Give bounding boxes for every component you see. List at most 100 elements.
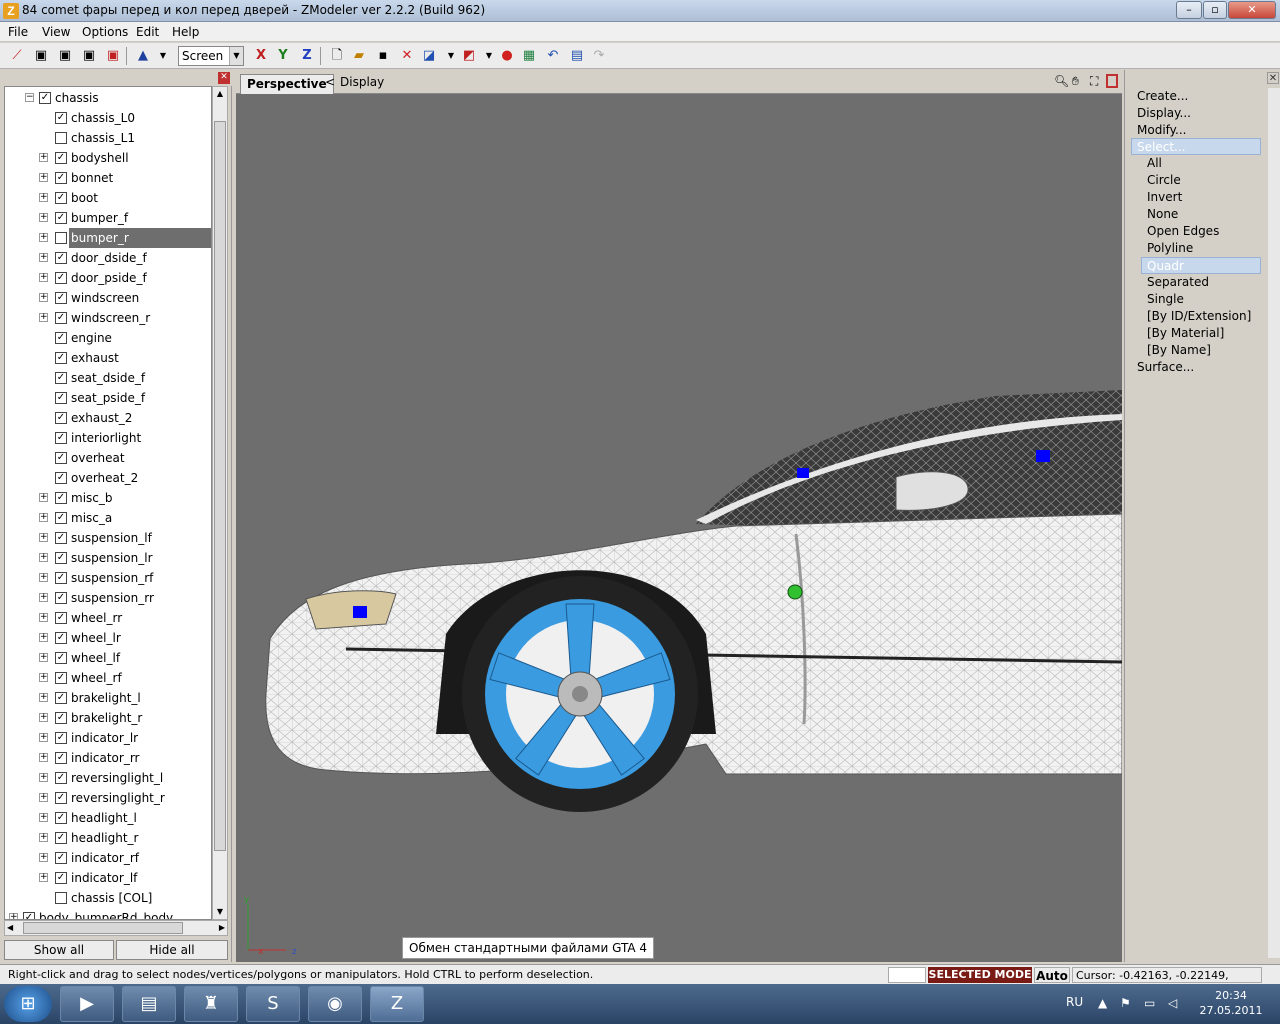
expand-icon[interactable]: + — [39, 173, 48, 182]
expand-icon[interactable]: + — [39, 873, 48, 882]
menu-help[interactable]: Help — [172, 25, 199, 39]
visibility-checkbox[interactable]: ✓ — [55, 152, 67, 164]
coordinate-mode-select[interactable]: Screen ▼ — [178, 46, 244, 66]
show-hidden-icons-icon[interactable]: ▲ — [1098, 996, 1107, 1010]
x-axis-toggle[interactable]: X — [252, 47, 270, 65]
volume-icon[interactable]: ◁ — [1168, 996, 1177, 1010]
visibility-checkbox[interactable]: ✓ — [55, 192, 67, 204]
visibility-checkbox[interactable]: ✓ — [39, 92, 51, 104]
zmodeler-taskbar-icon[interactable]: Z — [370, 986, 424, 1022]
close-button[interactable]: ✕ — [1228, 1, 1276, 19]
tree-node[interactable]: + ✓ indicator_lf — [5, 868, 211, 888]
tree-node[interactable]: + ✓ brakelight_r — [5, 708, 211, 728]
system-clock[interactable]: 20:34 27.05.2011 — [1192, 988, 1270, 1018]
menu-create[interactable]: Create... — [1137, 88, 1188, 105]
properties-icon[interactable]: ▤ — [568, 47, 586, 65]
expand-icon[interactable]: + — [39, 213, 48, 222]
visibility-checkbox[interactable] — [55, 232, 67, 244]
visibility-checkbox[interactable]: ✓ — [55, 672, 67, 684]
menu-edit[interactable]: Edit — [136, 25, 159, 39]
close-icon[interactable]: ✕ — [1267, 72, 1279, 84]
select-option[interactable]: Separated — [1147, 274, 1209, 291]
minimize-button[interactable]: – — [1176, 1, 1202, 19]
maximize-view-icon[interactable]: ⛶ — [1090, 74, 1098, 89]
visibility-checkbox[interactable]: ✓ — [55, 752, 67, 764]
scene-render[interactable]: y z x — [236, 94, 1122, 962]
tree-node[interactable]: + ✓ wheel_rf — [5, 668, 211, 688]
tree-horizontal-scrollbar[interactable]: ◀ ▶ — [4, 920, 228, 936]
perspective-viewport[interactable]: Perspective < Display 🔍︎ ✋︎ ⛶ y z x Обме… — [236, 70, 1122, 962]
expand-icon[interactable]: + — [39, 193, 48, 202]
tree-node[interactable]: + ✓ suspension_lf — [5, 528, 211, 548]
menu-select[interactable]: Select... — [1131, 138, 1261, 155]
visibility-checkbox[interactable]: ✓ — [55, 212, 67, 224]
visibility-checkbox[interactable]: ✓ — [55, 512, 67, 524]
tree-node[interactable]: + ✓ windscreen — [5, 288, 211, 308]
scroll-right-icon[interactable]: ▶ — [219, 921, 225, 935]
select-option[interactable]: All — [1147, 155, 1162, 172]
tree-vertical-scrollbar[interactable]: ▲ ▼ — [212, 86, 228, 920]
nav-back-icon[interactable]: < — [325, 75, 335, 89]
show-all-button[interactable]: Show all — [4, 940, 114, 960]
menu-view[interactable]: View — [42, 25, 70, 39]
explorer-folder-icon[interactable]: ▤ — [122, 986, 176, 1022]
tree-node[interactable]: + ✓ bumper_f — [5, 208, 211, 228]
tree-node[interactable]: ✓ seat_pside_f — [5, 388, 211, 408]
visibility-checkbox[interactable]: ✓ — [55, 532, 67, 544]
tab-perspective[interactable]: Perspective — [240, 74, 334, 94]
export-dropdown-icon[interactable]: ▼ — [480, 47, 498, 65]
dropdown-arrow-icon[interactable]: ▼ — [154, 47, 172, 65]
expand-icon[interactable]: + — [39, 673, 48, 682]
pivot-manipulator[interactable] — [787, 584, 803, 600]
tree-node[interactable]: + ✓ indicator_rr — [5, 748, 211, 768]
visibility-checkbox[interactable]: ✓ — [55, 412, 67, 424]
media-player-icon[interactable]: ▶ — [60, 986, 114, 1022]
expand-icon[interactable]: + — [39, 513, 48, 522]
expand-icon[interactable]: + — [39, 493, 48, 502]
visibility-checkbox[interactable]: ✓ — [55, 452, 67, 464]
visibility-checkbox[interactable]: ✓ — [55, 332, 67, 344]
expand-icon[interactable]: + — [39, 553, 48, 562]
tree-node-root[interactable]: − ✓ chassis — [5, 88, 211, 108]
expand-icon[interactable]: + — [39, 813, 48, 822]
visibility-checkbox[interactable]: ✓ — [55, 832, 67, 844]
expand-icon[interactable]: + — [39, 733, 48, 742]
tree-node[interactable]: + ✓ door_pside_f — [5, 268, 211, 288]
expand-icon[interactable]: + — [39, 233, 48, 242]
scrollbar-thumb[interactable] — [214, 121, 226, 851]
visibility-checkbox[interactable]: ✓ — [55, 432, 67, 444]
menu-file[interactable]: File — [8, 25, 28, 39]
select-option[interactable]: Open Edges — [1147, 223, 1219, 240]
new-file-icon[interactable]: 🗋 — [328, 47, 346, 65]
visibility-checkbox[interactable]: ✓ — [55, 552, 67, 564]
select-option[interactable]: None — [1147, 206, 1178, 223]
undo-icon[interactable]: ↶ — [544, 47, 562, 65]
tree-node[interactable]: ✓ seat_dside_f — [5, 368, 211, 388]
scrollbar-thumb[interactable] — [23, 922, 183, 934]
scroll-down-icon[interactable]: ▼ — [213, 905, 227, 919]
visibility-checkbox[interactable]: ✓ — [55, 472, 67, 484]
tree-node[interactable]: ✓ exhaust — [5, 348, 211, 368]
selection-marker[interactable] — [797, 468, 809, 478]
select-nodes-icon[interactable]: ⟋ — [8, 47, 26, 65]
visibility-checkbox[interactable]: ✓ — [55, 572, 67, 584]
tree-node[interactable]: + ✓ reversinglight_r — [5, 788, 211, 808]
visibility-checkbox[interactable]: ✓ — [55, 652, 67, 664]
visibility-checkbox[interactable] — [55, 132, 67, 144]
close-view-icon[interactable] — [1106, 74, 1118, 88]
network-icon[interactable]: ⚑ — [1120, 996, 1131, 1010]
tree-node[interactable]: + ✓ reversinglight_l — [5, 768, 211, 788]
box-icon[interactable]: ▣ — [32, 47, 50, 65]
visibility-checkbox[interactable]: ✓ — [55, 492, 67, 504]
expand-icon[interactable]: + — [39, 613, 48, 622]
scroll-up-icon[interactable]: ▲ — [213, 87, 227, 101]
record-icon[interactable]: ● — [498, 47, 516, 65]
delete-icon[interactable]: ✕ — [398, 47, 416, 65]
expand-icon[interactable]: + — [39, 713, 48, 722]
pan-hand-icon[interactable]: ✋︎ — [1072, 74, 1079, 89]
visibility-checkbox[interactable]: ✓ — [55, 312, 67, 324]
visibility-checkbox[interactable]: ✓ — [55, 852, 67, 864]
visibility-checkbox[interactable]: ✓ — [55, 772, 67, 784]
visibility-checkbox[interactable]: ✓ — [55, 812, 67, 824]
display-breadcrumb[interactable]: Display — [340, 75, 384, 89]
